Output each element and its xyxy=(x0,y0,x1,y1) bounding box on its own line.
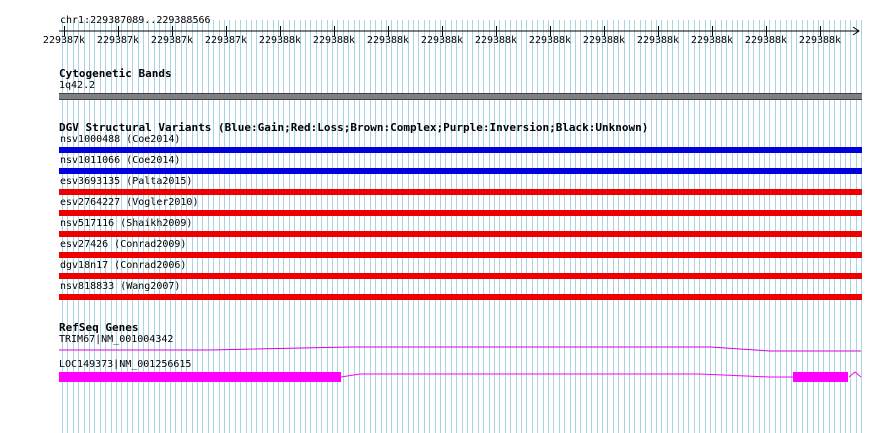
gene-exon-right xyxy=(793,372,848,382)
refseq-gene-models[interactable] xyxy=(0,0,890,433)
gene-strand-chevron-icon xyxy=(848,371,862,378)
gene-exon-left xyxy=(59,372,341,382)
gene-model-loc149373 xyxy=(59,371,862,382)
gene-model-trim67 xyxy=(59,346,861,352)
gene-intron-line xyxy=(340,373,793,378)
